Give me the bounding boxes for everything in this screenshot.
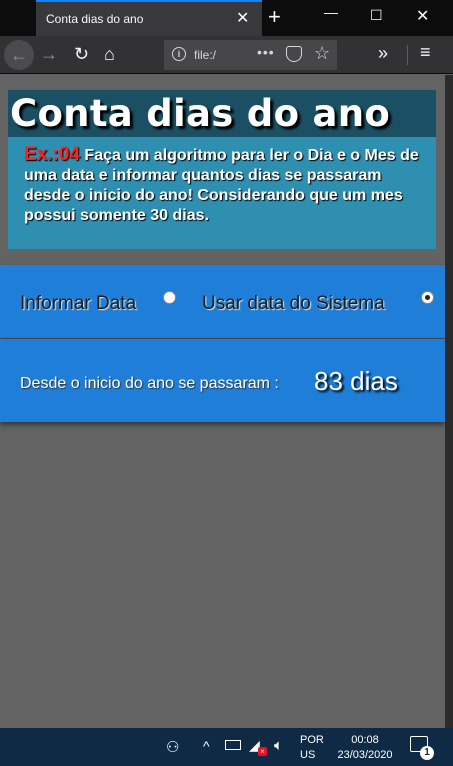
page-title: Conta dias do ano bbox=[10, 92, 391, 135]
address-bar[interactable]: i file:/ ••• ☆ bbox=[164, 40, 337, 70]
tab-close-icon[interactable]: ✕ bbox=[236, 8, 249, 28]
radio-usar-data-sistema[interactable] bbox=[421, 291, 434, 304]
new-tab-button[interactable]: + bbox=[268, 4, 281, 30]
page-content: Conta dias do ano Ex.:04 Faça um algorit… bbox=[0, 75, 445, 728]
exercise-label: Ex.:04 bbox=[24, 144, 80, 165]
language-code: POR bbox=[300, 734, 324, 746]
page-actions-icon[interactable]: ••• bbox=[257, 44, 275, 60]
notification-badge: 1 bbox=[420, 746, 434, 760]
network-error-icon: × bbox=[258, 747, 267, 756]
forward-arrow-icon[interactable]: → bbox=[40, 44, 58, 64]
clock-date: 23/03/2020 bbox=[337, 749, 393, 761]
radio-selected-dot bbox=[425, 295, 430, 300]
chevron-up-icon[interactable]: ^ bbox=[203, 738, 210, 754]
bookmark-star-icon[interactable]: ☆ bbox=[314, 43, 330, 64]
back-arrow-icon[interactable]: ← bbox=[4, 40, 34, 70]
exercise-description: Ex.:04 Faça um algoritmo para ler o Dia … bbox=[24, 145, 428, 226]
title-band: Conta dias do ano bbox=[8, 90, 436, 137]
result-value: 83 dias bbox=[314, 366, 398, 396]
reload-icon[interactable]: ↻ bbox=[74, 44, 89, 64]
window-maximize-button[interactable]: ☐ bbox=[370, 7, 383, 24]
clock-time: 00:08 bbox=[351, 734, 379, 746]
people-icon[interactable]: ⚇ bbox=[166, 738, 179, 756]
taskbar: ⚇ ^ ◢ × 🔈︎ POR US 00:08 23/03/2020 1 bbox=[0, 728, 453, 766]
battery-icon[interactable] bbox=[225, 740, 241, 750]
scrollbar[interactable] bbox=[445, 75, 453, 728]
radio-informar-data[interactable] bbox=[163, 291, 176, 304]
description-text: Faça um algoritmo para ler o Dia e o Mes… bbox=[24, 147, 419, 224]
pocket-icon[interactable] bbox=[286, 46, 302, 62]
overflow-chevron-icon[interactable]: » bbox=[378, 43, 388, 63]
result-label: Desde o inicio do ano se passaram : bbox=[20, 375, 279, 392]
info-icon[interactable]: i bbox=[172, 47, 186, 61]
system-clock[interactable]: 00:08 23/03/2020 bbox=[335, 733, 395, 763]
header-panel: Conta dias do ano Ex.:04 Faça um algorit… bbox=[8, 90, 436, 249]
window-minimize-button[interactable]: — bbox=[324, 4, 338, 20]
nav-toolbar: ← → ↻ ⌂ i file:/ ••• ☆ » ≡ bbox=[0, 36, 453, 74]
result-panel: Desde o inicio do ano se passaram : 83 d… bbox=[0, 339, 445, 422]
option-informar-data-label[interactable]: Informar Data bbox=[20, 293, 136, 315]
browser-tab[interactable]: Conta dias do ano ✕ bbox=[36, 0, 262, 36]
option-usar-data-sistema-label[interactable]: Usar data do Sistema bbox=[202, 293, 385, 315]
tab-title: Conta dias do ano bbox=[46, 12, 144, 26]
keyboard-layout: US bbox=[300, 749, 316, 761]
url-text[interactable]: file:/ bbox=[194, 48, 216, 62]
date-source-options: Informar Data Usar data do Sistema bbox=[0, 265, 445, 338]
toolbar-divider bbox=[407, 45, 408, 65]
language-indicator[interactable]: POR US bbox=[300, 733, 324, 763]
hamburger-menu-icon[interactable]: ≡ bbox=[420, 42, 431, 62]
home-icon[interactable]: ⌂ bbox=[104, 44, 115, 64]
window-close-button[interactable]: ✕ bbox=[416, 6, 429, 26]
volume-icon[interactable]: 🔈︎ bbox=[274, 737, 283, 754]
tab-bar: Conta dias do ano ✕ + — ☐ ✕ bbox=[0, 0, 453, 36]
